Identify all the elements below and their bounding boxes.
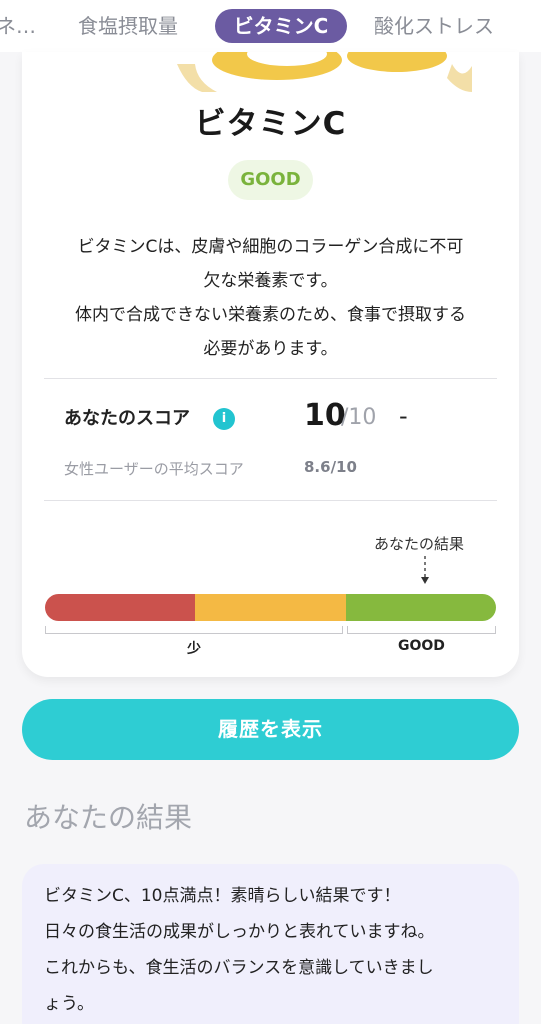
message-line: 日々の食生活の成果がしっかりと表れていますね。 (44, 922, 435, 942)
description-line: 欠な栄養素です。 (203, 271, 338, 291)
divider (44, 378, 497, 379)
average-score-value: 8.6/10 (304, 458, 357, 476)
result-section-title: あなたの結果 (24, 801, 193, 834)
description-line: 必要があります。 (203, 339, 338, 359)
gauge-segment-low (45, 594, 195, 621)
tab-vitamin-c[interactable]: ビタミンC (215, 9, 347, 43)
score-trend: - (399, 402, 408, 430)
your-score-label: あなたのスコア (64, 408, 190, 429)
score-value: 10 (304, 398, 346, 433)
nutrient-title: ビタミンC (194, 106, 347, 142)
result-message: ビタミンC、10点満点！素晴らしい結果です！ 日々の食生活の成果がしっかりと表れ… (44, 878, 497, 1022)
page: ネ… 食塩摂取量 ビタミンC 酸化ストレス ビタミンC GOOD ビタミンCは、… (0, 0, 541, 1024)
fruit-illustration (177, 52, 472, 92)
message-line: ビタミンC、10点満点！素晴らしい結果です！ (44, 886, 401, 906)
average-score-label: 女性ユーザーの平均スコア (64, 460, 244, 478)
message-line: これからも、食生活のバランスを意識していきまし (44, 958, 434, 978)
range-label-low: 少 (187, 641, 201, 657)
nutrient-card: ビタミンC GOOD ビタミンCは、皮膚や細胞のコラーゲン合成に不可 欠な栄養素… (22, 52, 519, 677)
arrow-down-icon (421, 556, 429, 584)
category-tabs: ネ… 食塩摂取量 ビタミンC 酸化ストレス (0, 0, 541, 52)
range-bracket-low (45, 626, 343, 634)
result-message-card: ビタミンC、10点満点！素晴らしい結果です！ 日々の食生活の成果がしっかりと表れ… (22, 864, 519, 1024)
range-label-good: GOOD (398, 638, 445, 654)
score-max: /10 (341, 405, 377, 430)
range-bracket-good (347, 626, 496, 634)
tab-oxidative-stress[interactable]: 酸化ストレス (374, 9, 494, 43)
score-gauge (45, 594, 496, 621)
divider (44, 500, 497, 501)
info-icon[interactable]: i (213, 408, 235, 430)
status-badge: GOOD (228, 160, 313, 200)
gauge-segment-mid (195, 594, 346, 621)
gauge-segment-good (346, 594, 496, 621)
tab-salt-intake[interactable]: 食塩摂取量 (78, 9, 178, 43)
tab-previous[interactable]: ネ… (0, 9, 36, 43)
description-line: 体内で合成できない栄養素のため、食事で摂取する (75, 305, 466, 325)
message-line: ょう。 (44, 994, 94, 1014)
show-history-button[interactable]: 履歴を表示 (22, 699, 519, 760)
description-line: ビタミンCは、皮膚や細胞のコラーゲン合成に不可 (77, 237, 464, 257)
result-marker-label: あなたの結果 (374, 535, 465, 553)
nutrient-description: ビタミンCは、皮膚や細胞のコラーゲン合成に不可 欠な栄養素です。 体内で合成でき… (40, 230, 501, 366)
